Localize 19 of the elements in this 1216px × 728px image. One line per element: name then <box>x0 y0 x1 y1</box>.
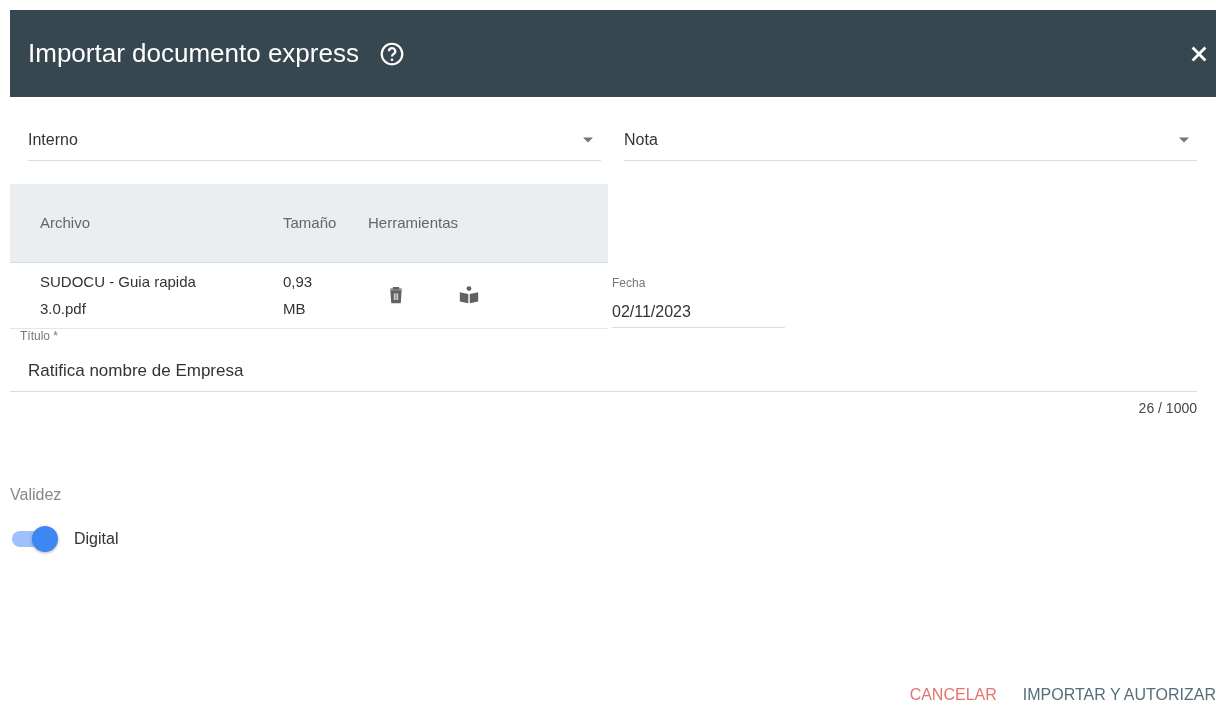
column-header: Tamaño <box>253 184 368 262</box>
dialog-title: Importar documento express <box>28 38 359 69</box>
character-counter: 26 / 1000 <box>1138 399 1197 416</box>
help-icon[interactable] <box>378 40 405 67</box>
import-button[interactable]: IMPORTAR Y AUTORIZAR <box>1022 682 1216 708</box>
select-field[interactable]: Nota <box>624 119 1197 161</box>
toggle-switch[interactable] <box>12 525 58 552</box>
date-field[interactable]: Fecha 02/11/2023 <box>612 276 785 328</box>
dropdown-arrow-icon <box>1179 136 1189 143</box>
table-cell: 0,93 MB <box>253 262 368 328</box>
section-label: Validez <box>10 485 63 504</box>
reader-icon[interactable] <box>458 284 480 306</box>
toggle-label: Digital <box>74 529 119 548</box>
title-field[interactable]: Título * Ratifica nombre de Empresa <box>10 328 1197 392</box>
column-header: Herramientas <box>368 184 608 262</box>
table-cell: SUDOCU - Guia rapida 3.0.pdf <box>10 262 253 328</box>
column-header: Archivo <box>10 184 253 262</box>
select-field[interactable]: Interno <box>28 119 601 161</box>
dropdown-arrow-icon <box>583 136 593 143</box>
